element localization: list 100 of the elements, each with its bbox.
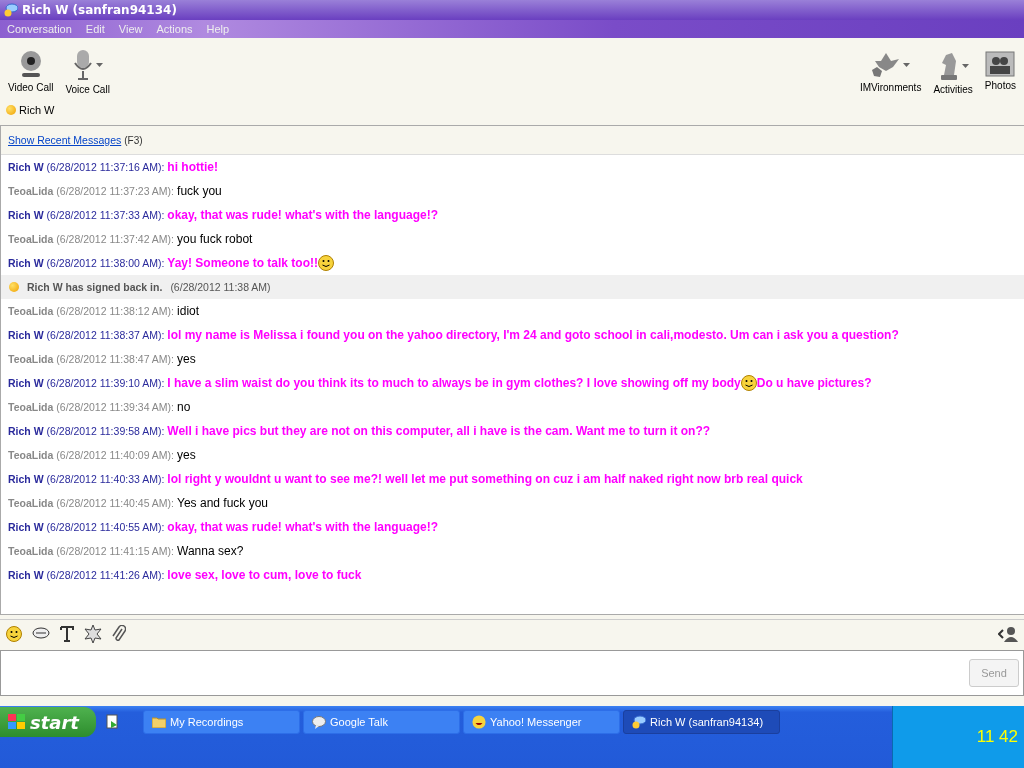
sender-name: TeoaLida — [8, 497, 54, 509]
sender-name: TeoaLida — [8, 233, 54, 245]
message-time: (6/28/2012 11:37:23 AM): — [56, 185, 175, 197]
message-time: (6/28/2012 11:38:00 AM): — [46, 257, 165, 269]
speech-bubble-icon — [312, 715, 326, 729]
font-button[interactable] — [60, 626, 74, 642]
contact-panel-button[interactable] — [998, 626, 1018, 642]
taskbar-button[interactable]: Yahoo! Messenger — [463, 710, 620, 734]
menu-item[interactable]: Help — [206, 23, 230, 35]
message-text: I have a slim waist do you think its to much to always be in gym clothes? I love showing off my body — [167, 376, 741, 390]
menu-item[interactable]: Actions — [156, 23, 193, 35]
message-text: Wanna sex? — [177, 544, 244, 558]
status-time: (6/28/2012 11:38 AM) — [170, 281, 271, 293]
sender-name: Rich W — [8, 329, 44, 341]
windows-flag-icon — [8, 714, 26, 730]
sender-name: Rich W — [8, 425, 44, 437]
sender-name: Rich W — [8, 377, 44, 389]
message-text: Do u have pictures? — [756, 376, 872, 390]
sender-name: Rich W — [8, 473, 44, 485]
toolbar-button[interactable]: Photos — [982, 51, 1018, 95]
sender-name: TeoaLida — [8, 449, 54, 461]
chat-bubble-icon — [632, 715, 646, 729]
caret-icon[interactable] — [96, 63, 104, 67]
window-title: Rich W (sanfran94134) — [22, 3, 177, 17]
start-button[interactable]: start — [0, 707, 96, 737]
toolbar-button[interactable]: Activities — [931, 51, 975, 95]
message-time: (6/28/2012 11:37:16 AM): — [46, 161, 165, 173]
message-time: (6/28/2012 11:39:10 AM): — [46, 377, 165, 389]
message-time: (6/28/2012 11:38:12 AM): — [56, 305, 175, 317]
message-time: (6/28/2012 11:40:45 AM): — [56, 497, 175, 509]
status-dot-icon — [6, 105, 16, 115]
picture-frame-icon — [985, 51, 1016, 77]
caret-icon[interactable] — [903, 63, 911, 67]
toolbar-button[interactable]: IMVironments — [857, 51, 924, 95]
smiley-icon — [6, 626, 22, 642]
message-text: okay, that was rude! what's with the language!? — [167, 208, 438, 222]
sender-name: TeoaLida — [8, 305, 54, 317]
sender-name: Rich W — [8, 161, 44, 173]
person-icon — [998, 626, 1018, 642]
message-time: (6/28/2012 11:37:33 AM): — [46, 209, 165, 221]
status-dot-icon — [9, 282, 19, 292]
message-text: love sex, love to cum, love to fuck — [167, 568, 362, 582]
audibles-button[interactable] — [84, 625, 102, 643]
letter-t-icon — [60, 626, 74, 642]
sender-name: Rich W — [8, 209, 44, 221]
status-text: Rich W has signed back in. — [27, 281, 163, 293]
media-icon[interactable] — [106, 714, 120, 730]
sender-name: TeoaLida — [8, 401, 54, 413]
attach-button[interactable] — [112, 625, 126, 643]
message-time: (6/28/2012 11:39:58 AM): — [46, 425, 165, 437]
message-time: (6/28/2012 11:41:26 AM): — [46, 569, 165, 581]
message-time: (6/28/2012 11:41:15 AM): — [56, 545, 175, 557]
message-text: fuck you — [177, 184, 222, 198]
message-text: yes — [177, 352, 196, 366]
message-text: okay, that was rude! what's with the language!? — [167, 520, 438, 534]
message-text: no — [177, 400, 191, 414]
menu-item[interactable]: Conversation — [7, 23, 72, 35]
show-recent-link[interactable]: Show Recent Messages — [8, 134, 122, 146]
message-text: idiot — [177, 304, 200, 318]
emoticon-button[interactable] — [6, 626, 22, 642]
paperclip-icon — [112, 625, 126, 643]
message-time: (6/28/2012 11:37:42 AM): — [56, 233, 175, 245]
smiley-icon — [318, 255, 334, 271]
message-text: Yes and fuck you — [177, 496, 268, 510]
starburst-icon — [84, 625, 102, 643]
message-text: lol right y wouldnt u want to see me?! well let me put something on cuz i am half naked right now brb real quick — [167, 472, 803, 486]
leaf-icon — [871, 51, 902, 79]
message-time: (6/28/2012 11:38:47 AM): — [56, 353, 175, 365]
message-text: you fuck robot — [177, 232, 253, 246]
taskbar-button[interactable]: Google Talk — [303, 710, 460, 734]
taskbar-button[interactable]: Rich W (sanfran94134) — [623, 710, 780, 734]
microphone-icon — [72, 49, 95, 81]
message-text: lol my name is Melissa i found you on the yahoo directory, I'm 24 and goto school in cali,modesto. Um can i ask you a question? — [167, 328, 899, 342]
toolbar-button[interactable]: Video Call — [6, 49, 56, 95]
message-text: Yay! Someone to talk too!! — [167, 256, 318, 270]
sender-name: Rich W — [8, 521, 44, 533]
taskbar-button[interactable]: My Recordings — [143, 710, 300, 734]
sender-name: TeoaLida — [8, 185, 54, 197]
message-text: yes — [177, 448, 196, 462]
message-time: (6/28/2012 11:40:33 AM): — [46, 473, 165, 485]
caret-icon[interactable] — [961, 64, 969, 68]
sender-name: Rich W — [8, 569, 44, 581]
smiley-icon — [740, 375, 757, 391]
buzz-button[interactable] — [32, 627, 50, 641]
menu-item[interactable]: Edit — [85, 23, 105, 35]
chat-bubble-icon — [4, 3, 18, 17]
menu-item[interactable]: View — [118, 23, 143, 35]
shortcut-hint: (F3) — [124, 134, 143, 146]
contact-name: Rich W — [19, 104, 55, 116]
message-time: (6/28/2012 11:40:09 AM): — [56, 449, 175, 461]
sender-name: Rich W — [8, 257, 44, 269]
clock: 11 42 — [976, 727, 1018, 747]
folder-icon — [152, 716, 166, 728]
message-text: hi hottie! — [167, 160, 218, 174]
sender-name: TeoaLida — [8, 353, 54, 365]
message-time: (6/28/2012 11:40:55 AM): — [46, 521, 165, 533]
lips-icon — [32, 627, 50, 641]
message-time: (6/28/2012 11:39:34 AM): — [56, 401, 175, 413]
toolbar-button[interactable]: Voice Call — [63, 49, 112, 95]
smiley-icon — [472, 715, 486, 729]
